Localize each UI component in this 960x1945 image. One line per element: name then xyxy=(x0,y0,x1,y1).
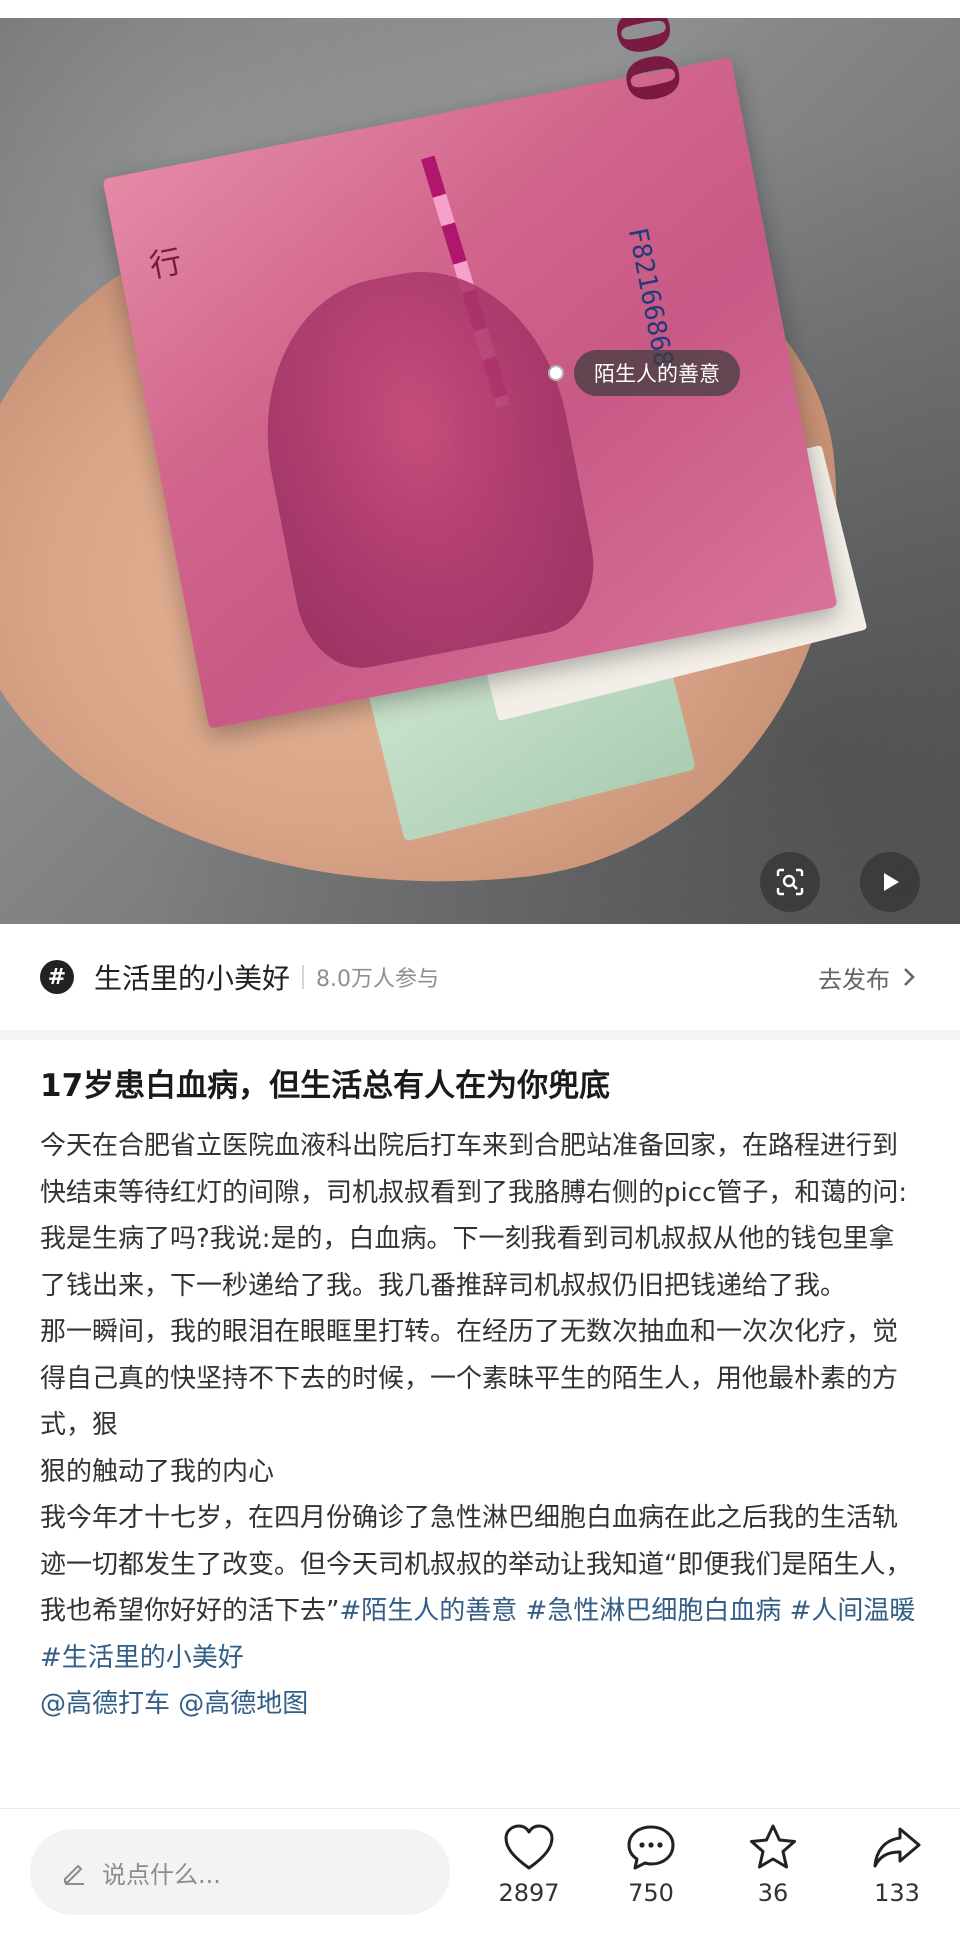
star-icon xyxy=(750,1824,796,1869)
comment-count: 750 xyxy=(628,1879,674,1907)
topic-bar[interactable]: # 生活里的小美好 8.0万人参与 去发布 xyxy=(0,924,960,1040)
photo-tag[interactable]: 陌生人的善意 xyxy=(548,350,740,396)
hashtag-link[interactable]: #人间温暖 xyxy=(790,1596,916,1626)
hashtag-link[interactable]: #急性淋巴细胞白血病 xyxy=(526,1596,790,1626)
publish-button[interactable]: 去发布 xyxy=(818,960,916,995)
post-paragraph: 狠的触动了我的内心 xyxy=(40,1456,275,1487)
favorite-count: 36 xyxy=(757,1879,789,1907)
like-count: 2897 xyxy=(498,1879,560,1907)
heart-icon xyxy=(504,1824,554,1870)
post-title: 17岁患白血病，但生活总有人在为你兜底 xyxy=(40,1068,611,1104)
post-body: 今天在合肥省立医院血液科出院后打车来到合肥站准备回家，在路程进行到快结束等待红灯… xyxy=(40,1123,920,1728)
publish-label: 去发布 xyxy=(818,965,890,994)
play-icon xyxy=(884,873,899,891)
topic-name: 生活里的小美好 xyxy=(94,962,291,995)
like-button[interactable]: 2897 xyxy=(484,1823,574,1907)
share-button[interactable]: 133 xyxy=(852,1823,942,1907)
post-paragraph: 今天在合肥省立医院血液科出院后打车来到合肥站准备回家，在路程进行到快结束等待红灯… xyxy=(40,1131,908,1301)
mention-link[interactable]: @高德打车 xyxy=(40,1689,170,1719)
comment-input[interactable]: 说点什么... xyxy=(30,1829,450,1915)
share-count: 133 xyxy=(874,1879,920,1907)
hashtag-link[interactable]: #生活里的小美好 xyxy=(40,1643,244,1673)
image-search-icon xyxy=(776,868,804,896)
favorite-button[interactable]: 36 xyxy=(728,1823,818,1907)
bottom-action-bar: 说点什么... 2897 750 36 133 xyxy=(0,1808,960,1945)
comment-button[interactable]: 750 xyxy=(606,1823,696,1907)
post-paragraph-with-tags: 我今年才十七岁，在四月份确诊了急性淋巴细胞白血病在此之后我的生活轨迹一切都发生了… xyxy=(40,1495,920,1681)
mentions-line: @高德打车 @高德地图 xyxy=(40,1681,920,1728)
play-button[interactable] xyxy=(860,852,920,912)
comment-placeholder: 说点什么... xyxy=(102,1860,221,1889)
post-content: 17岁患白血病，但生活总有人在为你兜底 今天在合肥省立医院血液科出院后打车来到合… xyxy=(40,1040,920,1728)
chevron-right-icon xyxy=(904,968,915,986)
topic-participants: 8.0万人参与 xyxy=(316,967,440,992)
comment-bubble-icon xyxy=(627,1825,675,1870)
tag-dot-icon xyxy=(548,365,564,381)
pen-icon xyxy=(64,1864,84,1885)
image-search-button[interactable] xyxy=(760,852,820,912)
share-arrow-icon xyxy=(873,1827,921,1868)
hashtag-icon: # xyxy=(40,960,74,994)
banknote-serial: F82166868 xyxy=(621,225,679,370)
post-photo[interactable]: 行 100 F82166868 陌生人的善意 xyxy=(0,18,960,924)
photo-tag-label: 陌生人的善意 xyxy=(574,350,740,396)
banknote-portrait xyxy=(239,248,607,679)
banknote-glyph: 行 xyxy=(146,241,186,286)
post-paragraph: 那一瞬间，我的眼泪在眼眶里打转。在经历了无数次抽血和一次次化疗，觉得自己真的快坚… xyxy=(40,1317,899,1440)
topic-divider xyxy=(302,965,305,989)
mention-link[interactable]: @高德地图 xyxy=(178,1689,308,1719)
hashtag-link[interactable]: #陌生人的善意 xyxy=(339,1596,525,1626)
